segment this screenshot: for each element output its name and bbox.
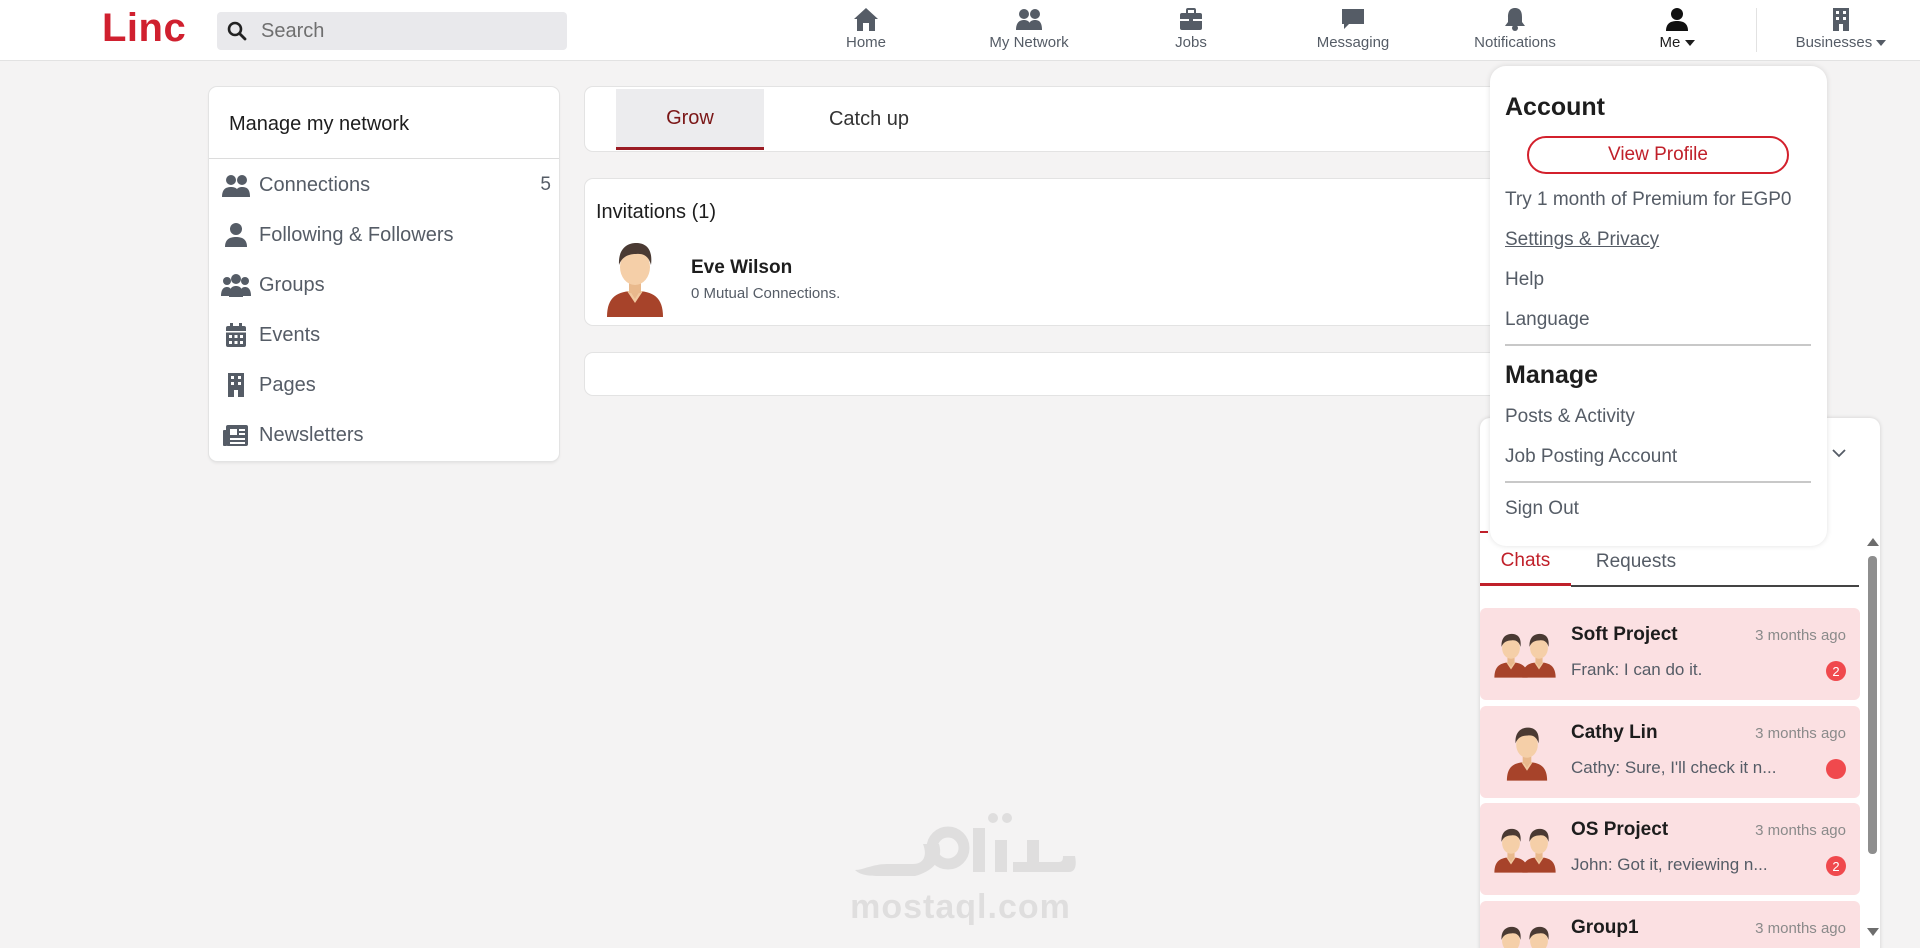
tab-catch-up[interactable]: Catch up [799,89,939,150]
dropdown-divider [1505,481,1811,483]
chat-time: 3 months ago [1755,627,1846,644]
nav-label: Messaging [1316,34,1390,51]
chat-list-scrollbar[interactable] [1864,538,1880,938]
nav-divider [1756,8,1757,52]
view-profile-button[interactable]: View Profile [1527,136,1789,174]
nav-businesses[interactable]: Businesses [1796,6,1887,56]
chat-preview: John: Got it, reviewing n... [1571,855,1768,874]
chat-time: 3 months ago [1755,725,1846,742]
settings-privacy-link[interactable]: Settings & Privacy [1505,229,1659,251]
tab-grow[interactable]: Grow [616,89,764,150]
nav-home[interactable]: Home [838,6,894,56]
network-item-newsletters[interactable]: Newsletters [221,415,551,455]
premium-link[interactable]: Try 1 month of Premium for EGP0 [1505,189,1792,211]
building-icon [228,373,244,397]
nav-label: Notifications [1474,34,1556,51]
nav-label: Home [845,34,886,51]
search-icon [227,21,247,41]
chat-name: Soft Project [1571,624,1678,645]
bell-icon [1505,8,1525,31]
account-dropdown: Account View Profile Try 1 month of Prem… [1490,66,1827,546]
people-icon [222,175,250,197]
network-tabs: Grow Catch up [585,87,1585,151]
sign-out-link[interactable]: Sign Out [1505,498,1579,520]
nav-label: Jobs [1175,34,1207,51]
caret-down-icon [1684,40,1695,47]
home-icon [854,8,878,31]
network-item-groups[interactable]: Groups [221,265,551,305]
network-icon [1016,9,1042,30]
chat-item-soft-project[interactable]: Soft Project 3 months ago Frank: I can d… [1480,608,1860,700]
manage-network-title: Manage my network [229,113,410,135]
watermark-text: mostaql.com [850,888,1071,926]
chat-item-cathy-lin[interactable]: Cathy Lin 3 months ago Cathy: Sure, I'll… [1480,706,1860,798]
nav-label: My Network [989,34,1069,51]
group-icon [221,274,251,297]
invitation-name[interactable]: Eve Wilson [691,257,792,279]
nav-label: Me [1659,34,1695,51]
chat-time: 3 months ago [1755,822,1846,839]
language-link[interactable]: Language [1505,309,1590,331]
avatar[interactable] [603,237,667,317]
connections-count: 5 [540,174,551,195]
nav-messaging[interactable]: Messaging [1315,6,1391,56]
chevron-down-icon[interactable] [1830,444,1848,462]
nav-notifications[interactable]: Notifications [1471,6,1559,56]
panel-accent-line [1480,531,1488,533]
account-heading: Account [1505,93,1605,121]
linc-logo[interactable]: Linc [102,6,186,51]
scroll-up-arrow-icon[interactable] [1867,538,1879,546]
chat-name: OS Project [1571,819,1669,840]
avatar [1492,722,1562,782]
person-icon [225,223,247,247]
chat-name: Group1 [1571,917,1639,938]
user-icon [1666,8,1688,31]
search-box[interactable] [217,12,567,50]
manage-network-card: Manage my network Connections 5 Followin… [209,87,559,461]
network-item-pages[interactable]: Pages [221,365,551,405]
tabs-underline [1571,585,1859,587]
help-link[interactable]: Help [1505,269,1544,291]
search-input[interactable] [261,12,561,50]
nav-my-network[interactable]: My Network [984,6,1074,56]
unread-badge: 2 [1826,661,1846,681]
job-posting-account-link[interactable]: Job Posting Account [1505,446,1677,468]
nav-me[interactable]: Me [1655,6,1699,56]
message-icon [1342,9,1364,29]
card-divider [209,158,559,159]
nav-label: Businesses [1796,34,1887,51]
invitations-card: Invitations (1) Eve Wilson 0 Mutual Conn… [585,179,1585,325]
network-item-connections[interactable]: Connections 5 [221,165,551,205]
watermark: mostaql.com [843,810,1078,930]
caret-down-icon [1876,40,1887,47]
dropdown-divider [1505,344,1811,346]
group-avatar [1492,819,1562,879]
nav-jobs[interactable]: Jobs [1167,6,1215,56]
group-avatar [1492,624,1562,684]
calendar-icon [226,323,246,347]
chat-name: Cathy Lin [1571,722,1658,743]
chat-item-group1[interactable]: Group1 3 months ago [1480,901,1860,948]
chat-preview: Frank: I can do it. [1571,660,1703,679]
briefcase-icon [1180,8,1202,30]
top-navigation-bar: Linc Home My Network Jobs Messaging Noti… [0,0,1920,61]
mutual-connections: 0 Mutual Connections. [691,285,841,302]
chat-item-os-project[interactable]: OS Project 3 months ago John: Got it, re… [1480,803,1860,895]
building-icon [1833,8,1849,31]
scroll-thumb[interactable] [1868,556,1877,854]
unread-dot [1826,759,1846,779]
chat-preview: Cathy: Sure, I'll check it n... [1571,758,1777,777]
manage-heading: Manage [1505,361,1599,389]
newspaper-icon [223,425,248,446]
suggestions-card [585,353,1585,395]
unread-badge: 2 [1826,856,1846,876]
network-item-following-followers[interactable]: Following & Followers [221,215,551,255]
invitations-heading: Invitations (1) [596,201,717,223]
scroll-down-arrow-icon[interactable] [1867,928,1879,936]
watermark-logo [855,813,1076,876]
posts-activity-link[interactable]: Posts & Activity [1505,406,1635,428]
group-avatar [1492,917,1562,948]
chat-time: 3 months ago [1755,920,1846,937]
network-item-events[interactable]: Events [221,315,551,355]
